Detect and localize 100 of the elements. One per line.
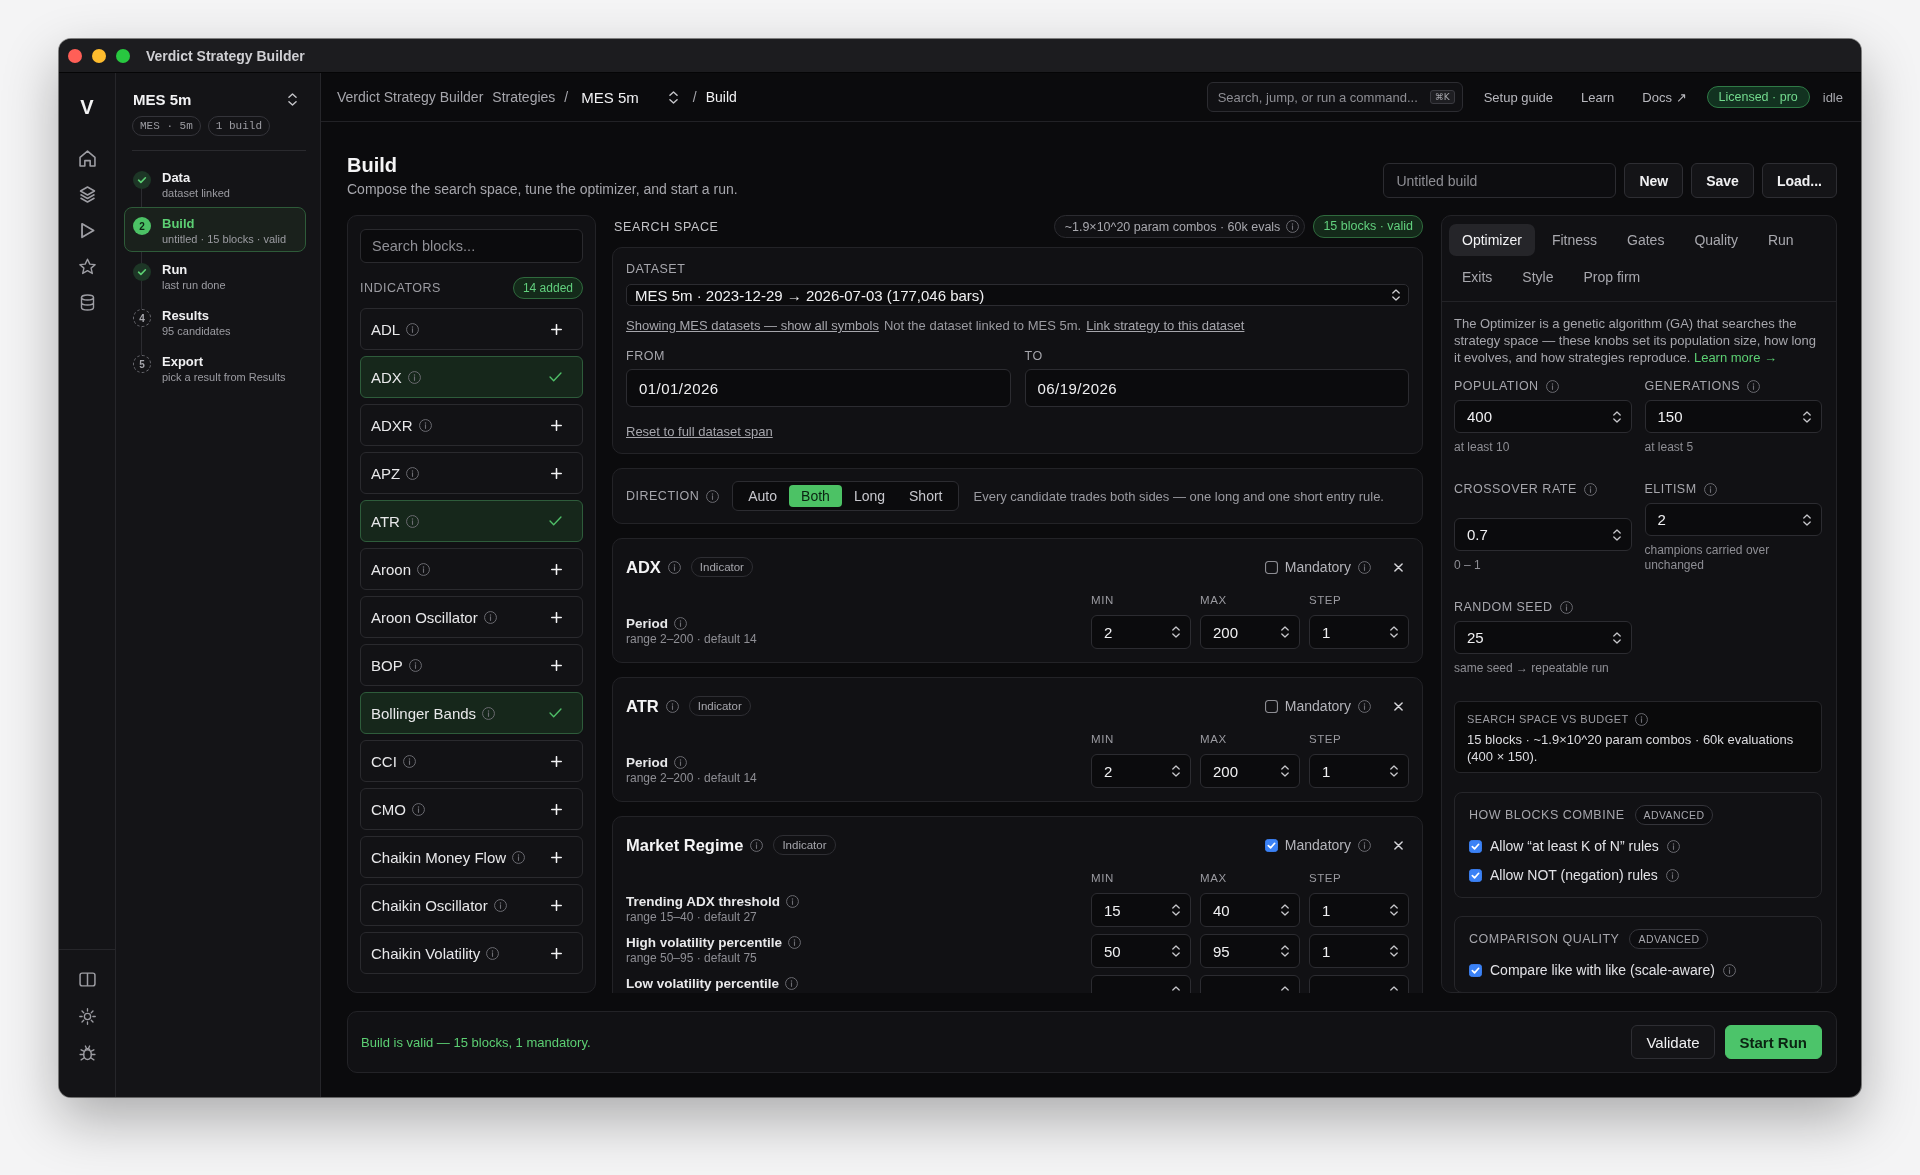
step-input[interactable]: 1 [1309,934,1409,968]
strategy-select[interactable]: MES 5m [581,88,678,106]
layers-icon[interactable] [78,186,96,203]
block-item[interactable]: ATR [360,500,583,542]
plus-icon[interactable] [551,947,562,959]
settings-tab[interactable]: Fitness [1538,224,1611,256]
plus-icon[interactable] [551,467,562,479]
step-input[interactable]: 1 [1309,615,1409,649]
info-icon[interactable] [408,658,422,672]
info-icon[interactable] [665,699,679,713]
nav-link[interactable]: Learn [1581,89,1615,105]
plus-icon[interactable] [551,659,562,671]
play-icon[interactable] [78,222,96,239]
max-input[interactable]: 200 [1200,754,1300,788]
option-checkbox[interactable] [1469,963,1482,977]
info-icon[interactable] [1722,963,1736,977]
plus-icon[interactable] [551,803,562,815]
plus-icon[interactable] [551,419,562,431]
chevron-updown-icon[interactable] [1281,945,1289,957]
info-icon[interactable] [786,895,799,908]
info-icon[interactable] [750,838,764,852]
date-input[interactable]: 01/01/2026 [626,369,1011,407]
info-icon[interactable] [493,898,507,912]
info-icon[interactable] [788,936,802,949]
chevron-updown-icon[interactable] [1390,626,1398,638]
nav-link[interactable]: Setup guide [1483,89,1554,105]
settings-tab[interactable]: Style [1509,261,1567,293]
direction-option[interactable]: Long [841,485,898,507]
info-icon[interactable] [406,322,420,336]
chevron-updown-icon[interactable] [1390,765,1398,777]
dataset-select[interactable]: MES 5m · 2023-12-29 → 2026-07-03 (177,046 bars) [626,284,1409,306]
max-input[interactable]: 95 [1200,934,1300,968]
info-icon[interactable] [706,489,720,503]
info-icon[interactable] [405,514,419,528]
date-input[interactable]: 06/19/2026 [1024,369,1409,407]
plus-icon[interactable] [551,611,562,623]
settings-tab[interactable]: Quality [1681,224,1751,256]
breadcrumb-link[interactable]: Verdict Strategy Builder [337,89,484,105]
info-icon[interactable] [667,560,681,574]
panel-icon[interactable] [78,971,96,988]
primary-button[interactable]: Start Run [1724,1025,1822,1059]
info-icon[interactable] [674,617,687,630]
info-icon[interactable] [486,946,500,960]
build-name-field[interactable]: Untitled build [1383,163,1617,198]
database-icon[interactable] [78,294,96,311]
chevron-updown-icon[interactable] [1172,765,1180,777]
info-icon[interactable] [1358,838,1371,852]
direction-option[interactable]: Auto [736,485,790,507]
close-button[interactable] [68,48,82,63]
chevron-updown-icon[interactable] [1390,945,1398,957]
close-icon[interactable] [1394,562,1403,572]
mandatory-checkbox[interactable] [1264,560,1278,574]
block-item[interactable]: Chaikin Volatility [360,932,583,974]
header-button[interactable]: New [1624,163,1684,198]
header-button[interactable]: Load... [1761,163,1837,198]
nav-link[interactable]: Docs ↗ [1642,89,1687,105]
step-item[interactable]: 5 Export pick a result from Results [124,345,306,390]
step-item[interactable]: 4 Results 95 candidates [124,299,306,344]
info-icon[interactable] [1545,379,1559,393]
chevron-updown-icon[interactable] [1612,528,1621,541]
info-icon[interactable] [1703,482,1717,496]
block-item[interactable]: ADX [360,356,583,398]
info-icon[interactable] [1665,868,1679,882]
direction-option[interactable]: Short [897,485,955,507]
text-link[interactable]: Link strategy to this dataset [1086,318,1245,334]
chevron-updown-icon[interactable] [1612,410,1621,423]
block-item[interactable]: Chaikin Money Flow [360,836,583,878]
star-icon[interactable] [78,258,96,275]
step-input[interactable]: 1 [1309,893,1409,927]
mandatory-checkbox[interactable] [1264,838,1278,852]
chevron-updown-icon[interactable] [1281,626,1289,638]
info-icon[interactable] [407,370,421,384]
block-item[interactable]: Aroon Oscillator [360,596,583,638]
chevron-updown-icon[interactable] [1392,289,1400,301]
min-input[interactable]: 2 [1091,615,1191,649]
info-icon[interactable] [1286,220,1300,233]
info-icon[interactable] [406,466,420,480]
chevron-updown-icon[interactable] [1172,904,1180,916]
learn-more-link[interactable]: Learn more → [1693,350,1777,365]
option-checkbox[interactable] [1469,839,1482,853]
bug-icon[interactable] [78,1045,96,1062]
block-item[interactable]: Bollinger Bands [360,692,583,734]
project-select[interactable]: MES 5m [124,86,306,112]
info-icon[interactable] [785,977,799,990]
plus-icon[interactable] [551,323,562,335]
info-icon[interactable] [512,850,526,864]
chevron-updown-icon[interactable] [288,92,297,106]
block-item[interactable]: ADL [360,308,583,350]
chevron-updown-icon[interactable] [1390,904,1398,916]
text-link[interactable]: Reset to full dataset span [626,424,773,440]
step-input[interactable]: 1 [1309,754,1409,788]
number-input[interactable]: 2 [1644,503,1822,536]
min-input[interactable]: 50 [1091,934,1191,968]
settings-tab[interactable]: Prop firm [1570,261,1654,293]
min-input[interactable]: 15 [1091,893,1191,927]
info-icon[interactable] [412,802,425,816]
number-input[interactable]: 150 [1644,400,1822,433]
block-item[interactable]: CCI [360,740,583,782]
plus-icon[interactable] [551,851,562,863]
info-icon[interactable] [417,562,431,576]
